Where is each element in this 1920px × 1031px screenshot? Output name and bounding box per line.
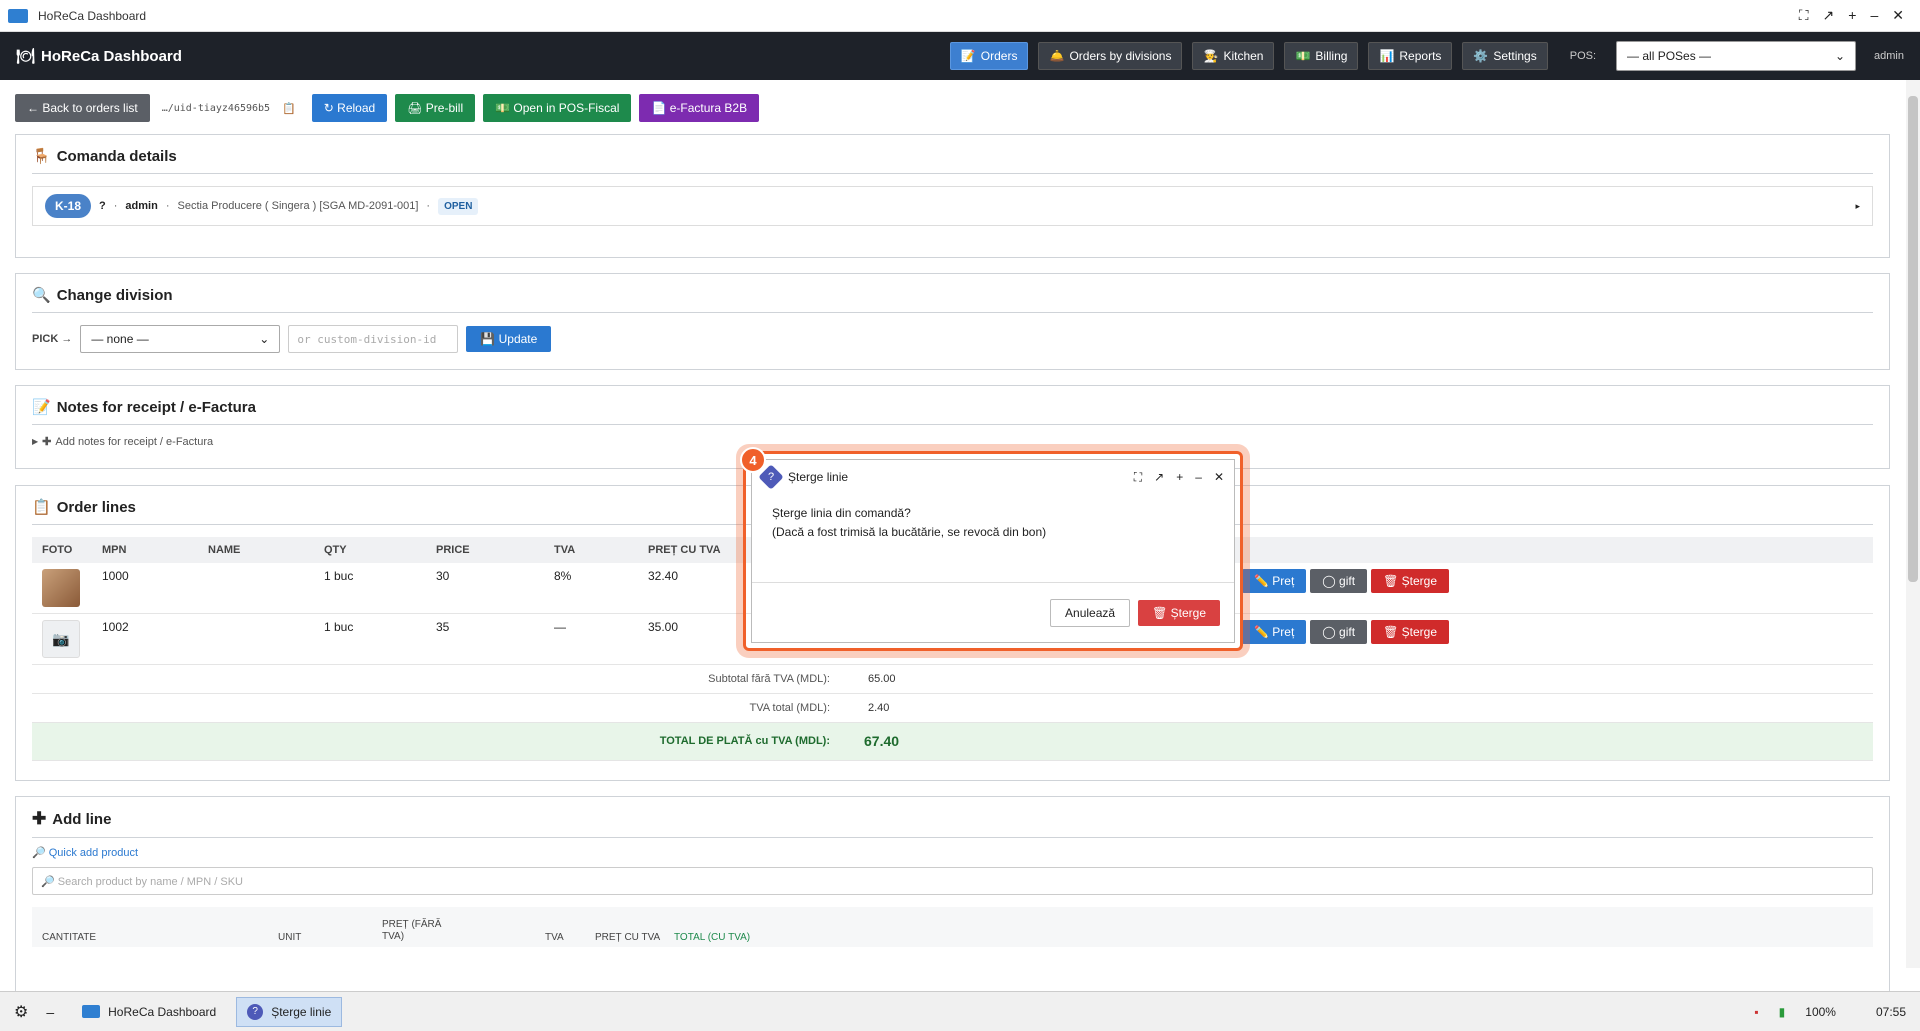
- pick-label: PICK →: [32, 333, 73, 345]
- division-select[interactable]: — none — ⌄: [80, 325, 281, 353]
- prebill-button[interactable]: 🖨 Pre-bill: [395, 94, 476, 122]
- nav-orders[interactable]: 📝 Orders: [949, 42, 1029, 70]
- confirm-delete-button[interactable]: 🗑 Șterge: [1138, 599, 1220, 626]
- chair-icon: 🪑: [32, 148, 51, 165]
- notes-title: 📝 Notes for receipt / e-Factura: [32, 398, 256, 417]
- fullscreen-icon[interactable]: ⛶: [1134, 470, 1142, 485]
- product-photo: [42, 569, 80, 607]
- division-title: 🔍 Change division: [32, 286, 173, 305]
- chevron-down-icon: ⌄: [1834, 49, 1846, 63]
- division-panel: 🔍 Change division PICK → — none — ⌄ or cu…: [15, 273, 1890, 370]
- dialog-message: Șterge linia din comandă? (Dacă a fost t…: [772, 506, 1047, 540]
- close-icon[interactable]: ✕: [1214, 470, 1224, 485]
- minimize-all-icon[interactable]: –: [46, 1004, 54, 1020]
- nav-billing[interactable]: 💵 Billing: [1284, 42, 1359, 70]
- restore-icon[interactable]: ↗: [1154, 470, 1164, 485]
- plate-icon: 🍽: [16, 48, 36, 65]
- chevron-down-icon: ⌄: [259, 332, 270, 346]
- dialog-titlebar: ? Șterge linie ⛶ ↗ + – ✕: [752, 460, 1234, 494]
- delete-line-button[interactable]: 🗑 Șterge: [1371, 620, 1450, 644]
- scrollbar-thumb[interactable]: [1908, 96, 1918, 582]
- grand-total-row: TOTAL DE PLATĂ cu TVA (MDL): 67.40: [32, 723, 1873, 761]
- tva-row: TVA total (MDL): 2.40: [32, 694, 1873, 723]
- battery-icon[interactable]: ▮: [1779, 1005, 1786, 1019]
- cancel-button[interactable]: Anulează: [1050, 598, 1131, 627]
- os-titlebar: HoReCa Dashboard ⛶ ↗ + – ✕: [0, 0, 1920, 32]
- quick-add-label: 🔎 Quick add product: [32, 847, 139, 859]
- restore-icon[interactable]: ↗: [1823, 7, 1835, 24]
- dialog-title: Șterge linie: [788, 470, 849, 484]
- camera-icon: 📷: [42, 620, 80, 658]
- comanda-user: admin: [125, 200, 158, 212]
- network-icon[interactable]: ▪: [1754, 1005, 1758, 1019]
- plus-icon[interactable]: +: [1848, 7, 1856, 24]
- battery-level: 100%: [1805, 1004, 1836, 1019]
- minimize-icon[interactable]: –: [1870, 7, 1878, 24]
- add-line-panel: ✚ Add line 🔎 Quick add product 🔎 Search p…: [15, 796, 1890, 996]
- brand[interactable]: 🍽 HoReCa Dashboard: [16, 47, 182, 66]
- gear-icon[interactable]: ⚙: [14, 1002, 28, 1022]
- fullscreen-icon[interactable]: ⛶: [1799, 7, 1809, 24]
- comanda-division: Sectia Producere ( Singera ) [SGA MD-209…: [177, 200, 419, 212]
- comanda-summary[interactable]: K-18 ? · admin · Sectia Producere ( Sing…: [32, 186, 1873, 226]
- delete-line-button[interactable]: 🗑 Șterge: [1371, 569, 1450, 593]
- clock: 07:55: [1875, 1004, 1906, 1019]
- add-line-title: ✚ Add line: [32, 809, 112, 828]
- pos-select[interactable]: — all POSes — ⌄: [1616, 41, 1857, 71]
- nav-settings[interactable]: ⚙️ Settings: [1462, 42, 1548, 70]
- reload-button[interactable]: ↻ Reload: [311, 94, 388, 122]
- question-icon: ?: [247, 1003, 264, 1020]
- folder-icon: [8, 8, 28, 23]
- magnifier-icon: 🔍: [32, 287, 51, 304]
- triangle-right-icon: ▶: [32, 437, 39, 446]
- expand-icon[interactable]: ▸: [1855, 201, 1860, 212]
- price-button[interactable]: ✏️ Preț: [1242, 620, 1307, 644]
- nav-kitchen[interactable]: 🧑‍🍳 Kitchen: [1192, 42, 1275, 70]
- window-title: HoReCa Dashboard: [38, 8, 147, 23]
- order-uid: …/uid-tiayz46596b5: [161, 102, 271, 114]
- add-line-form: CANTITATE UNIT PREȚ (FĂRĂ TVA) TVA PREȚ …: [32, 907, 1873, 947]
- nav-orders-by-divisions[interactable]: 🛎️ Orders by divisions: [1038, 42, 1183, 70]
- gift-button[interactable]: ◯ gift: [1310, 620, 1368, 644]
- minimize-icon[interactable]: –: [1195, 470, 1202, 485]
- product-search-input[interactable]: 🔎 Search product by name / MPN / SKU: [32, 867, 1873, 895]
- pos-label: POS:: [1569, 50, 1597, 62]
- toolbar: ← Back to orders list …/uid-tiayz46596b5…: [15, 94, 760, 122]
- comanda-title: 🪑 Comanda details: [32, 147, 177, 166]
- folder-icon: [82, 1005, 101, 1018]
- plus-icon: ✚: [32, 809, 47, 828]
- guests: ?: [99, 200, 106, 212]
- status-badge: OPEN: [438, 197, 479, 215]
- delete-line-dialog: ? Șterge linie ⛶ ↗ + – ✕ Șterge linia di…: [751, 459, 1235, 643]
- app-header: 🍽 HoReCa Dashboard 📝 Orders 🛎️ Orders by d…: [0, 32, 1920, 80]
- efactura-button[interactable]: 📄 e-Factura B2B: [639, 94, 760, 122]
- taskbar: ⚙ – HoReCa Dashboard ? Șterge linie ▪ ▮ …: [0, 991, 1920, 1031]
- plus-icon[interactable]: +: [1176, 470, 1183, 485]
- back-button[interactable]: ← Back to orders list: [15, 94, 150, 122]
- nav-reports[interactable]: 📊 Reports: [1368, 42, 1453, 70]
- custom-division-input[interactable]: or custom-division-id: [288, 325, 459, 353]
- table-badge: K-18: [45, 194, 92, 218]
- clipboard-icon: 📋: [32, 499, 51, 516]
- user-label: admin: [1874, 50, 1904, 62]
- comanda-panel: 🪑 Comanda details K-18 ? · admin · Sectia…: [15, 134, 1890, 258]
- copy-icon[interactable]: 📋: [282, 102, 296, 115]
- task-horeca[interactable]: HoReCa Dashboard: [72, 997, 226, 1027]
- memo-icon: 📝: [32, 399, 51, 416]
- subtotal-row: Subtotal fără TVA (MDL): 65.00: [32, 665, 1873, 694]
- update-button[interactable]: 💾 Update: [466, 326, 552, 352]
- price-button[interactable]: ✏️ Preț: [1242, 569, 1307, 593]
- open-pos-button[interactable]: 💵 Open in POS-Fiscal: [483, 94, 632, 122]
- task-dialog[interactable]: ? Șterge linie: [236, 996, 343, 1027]
- close-icon[interactable]: ✕: [1892, 7, 1904, 24]
- step-badge: 4: [740, 447, 766, 473]
- gift-button[interactable]: ◯ gift: [1310, 569, 1368, 593]
- plus-icon: ✚: [42, 436, 52, 448]
- main-nav: 📝 Orders 🛎️ Orders by divisions 🧑‍🍳 Kitchen…: [949, 41, 1904, 71]
